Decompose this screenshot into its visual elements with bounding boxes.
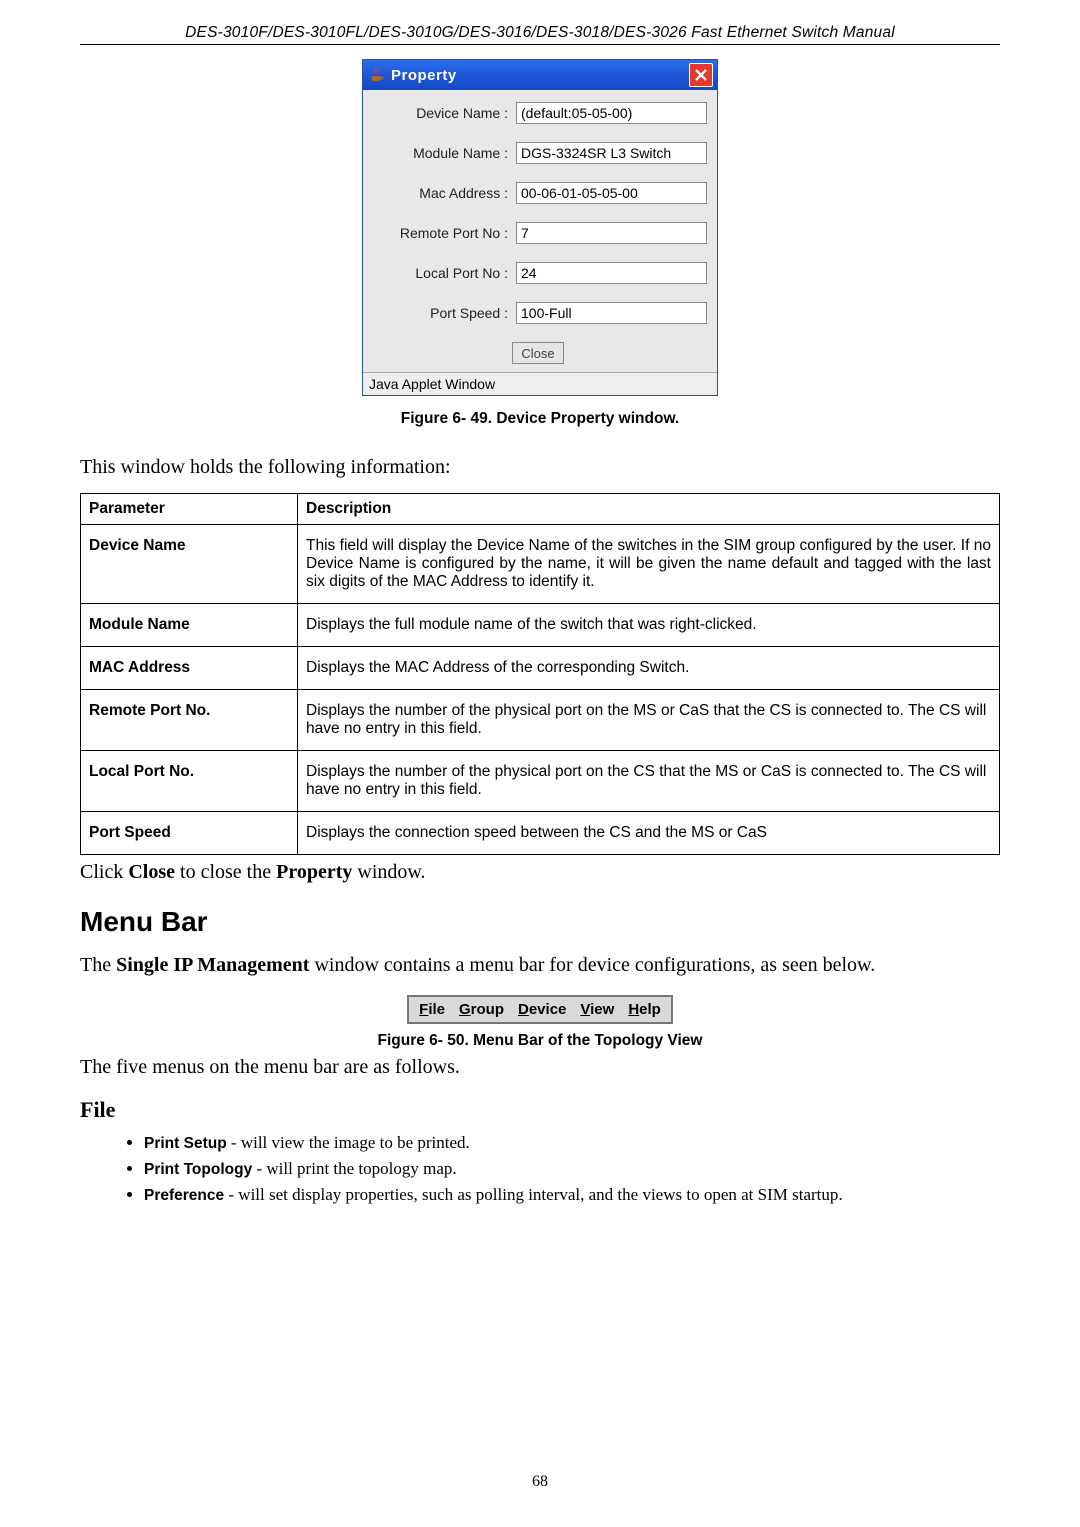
menu-device[interactable]: Device: [518, 1001, 566, 1018]
list-item: Print Topology - will print the topology…: [144, 1159, 1000, 1179]
module-name-field[interactable]: [516, 142, 707, 164]
property-row: Remote Port No :: [369, 222, 707, 244]
menu-group[interactable]: Group: [459, 1001, 504, 1018]
property-row: Module Name :: [369, 142, 707, 164]
menu-help[interactable]: Help: [628, 1001, 661, 1018]
file-subheading: File: [80, 1097, 1000, 1123]
list-item: Preference - will set display properties…: [144, 1185, 1000, 1205]
manual-header: DES-3010F/DES-3010FL/DES-3010G/DES-3016/…: [80, 24, 1000, 42]
param-cell: Local Port No.: [81, 751, 298, 812]
param-cell: Module Name: [81, 604, 298, 647]
desc-cell: Displays the connection speed between th…: [298, 812, 1000, 855]
figure-50-caption: Figure 6- 50. Menu Bar of the Topology V…: [80, 1032, 1000, 1050]
property-row: Device Name :: [369, 102, 707, 124]
param-cell: Port Speed: [81, 812, 298, 855]
device-name-field[interactable]: [516, 102, 707, 124]
desc-cell: Displays the number of the physical port…: [298, 690, 1000, 751]
intro-text: This window holds the following informat…: [80, 456, 1000, 479]
titlebar: Property: [363, 60, 717, 90]
menu-bar-heading: Menu Bar: [80, 906, 1000, 938]
list-item: Print Setup - will view the image to be …: [144, 1133, 1000, 1153]
param-cell: Device Name: [81, 525, 298, 604]
field-label: Remote Port No :: [369, 225, 516, 241]
property-window: Property Device Name : Module Name :: [362, 59, 718, 396]
window-title: Property: [391, 67, 689, 84]
field-label: Module Name :: [369, 145, 516, 161]
menubar-intro: The Single IP Management window contains…: [80, 954, 1000, 977]
file-menu-list: Print Setup - will view the image to be …: [144, 1133, 1000, 1205]
desc-cell: Displays the number of the physical port…: [298, 751, 1000, 812]
table-row: MAC Address Displays the MAC Address of …: [81, 647, 1000, 690]
table-row: Local Port No. Displays the number of th…: [81, 751, 1000, 812]
java-cup-icon: [369, 67, 385, 83]
field-label: Local Port No :: [369, 265, 516, 281]
table-row: Port Speed Displays the connection speed…: [81, 812, 1000, 855]
param-cell: MAC Address: [81, 647, 298, 690]
property-row: Mac Address :: [369, 182, 707, 204]
desc-cell: Displays the MAC Address of the correspo…: [298, 647, 1000, 690]
field-label: Mac Address :: [369, 185, 516, 201]
close-button[interactable]: Close: [512, 342, 563, 364]
desc-cell: Displays the full module name of the swi…: [298, 604, 1000, 647]
window-close-button[interactable]: [689, 63, 713, 87]
field-label: Port Speed :: [369, 305, 516, 321]
page-number: 68: [0, 1473, 1080, 1491]
property-row: Port Speed :: [369, 302, 707, 324]
close-icon: [695, 69, 707, 81]
status-strip: Java Applet Window: [363, 372, 717, 395]
property-row: Local Port No :: [369, 262, 707, 284]
desc-cell: This field will display the Device Name …: [298, 525, 1000, 604]
parameters-table: Parameter Description Device Name This f…: [80, 493, 1000, 855]
figure-49-caption: Figure 6- 49. Device Property window.: [80, 410, 1000, 428]
remote-port-field[interactable]: [516, 222, 707, 244]
menu-file[interactable]: File: [419, 1001, 445, 1018]
property-body: Device Name : Module Name : Mac Address …: [363, 90, 717, 372]
table-header-description: Description: [298, 494, 1000, 525]
field-label: Device Name :: [369, 105, 516, 121]
local-port-field[interactable]: [516, 262, 707, 284]
table-row: Remote Port No. Displays the number of t…: [81, 690, 1000, 751]
close-instruction: Click Close to close the Property window…: [80, 861, 1000, 884]
port-speed-field[interactable]: [516, 302, 707, 324]
param-cell: Remote Port No.: [81, 690, 298, 751]
five-menus-line: The five menus on the menu bar are as fo…: [80, 1056, 1000, 1079]
table-row: Module Name Displays the full module nam…: [81, 604, 1000, 647]
table-header-parameter: Parameter: [81, 494, 298, 525]
table-row: Device Name This field will display the …: [81, 525, 1000, 604]
menu-view[interactable]: View: [580, 1001, 614, 1018]
menu-bar: File Group Device View Help: [407, 995, 673, 1024]
mac-address-field[interactable]: [516, 182, 707, 204]
header-rule: [80, 44, 1000, 45]
